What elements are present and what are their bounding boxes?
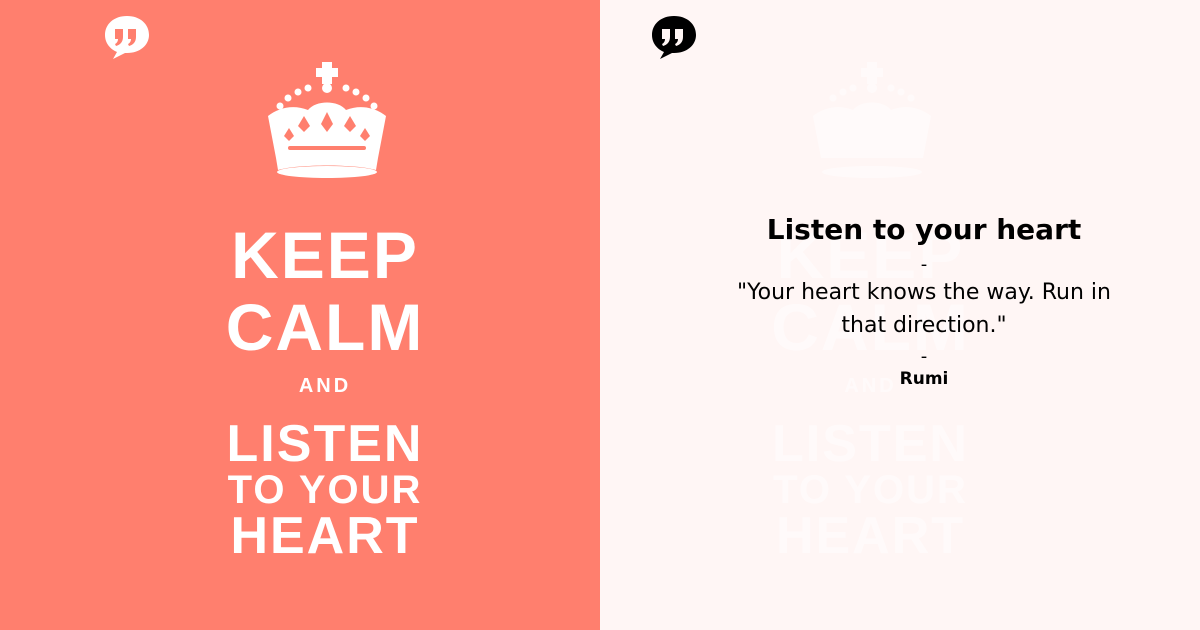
author-separator: - (920, 346, 928, 367)
poster-line-and: AND (298, 375, 352, 397)
poster-line-heart: HEART (775, 507, 966, 565)
poster-line-listen: LISTEN (772, 415, 969, 473)
quote-author: Rumi (899, 369, 949, 389)
poster-line-to-your: TO YOUR (773, 468, 968, 512)
poster-line-heart: HEART (230, 507, 420, 565)
keep-calm-poster: KEEP CALM AND LISTEN TO YOUR HEART (0, 0, 600, 630)
poster-line-to-your: TO YOUR (227, 468, 423, 512)
poster-line-listen: LISTEN (226, 415, 424, 473)
quote-panel: KEEP CALM AND LISTEN TO YOUR HEART Liste… (600, 0, 1200, 630)
quote-title: Listen to your heart (766, 213, 1082, 246)
quote-card: Listen to your heart - "Your heart knows… (650, 210, 1198, 390)
share-card: KEEP CALM AND LISTEN TO YOUR HEART KEEP … (0, 0, 1200, 630)
poster-panel: KEEP CALM AND LISTEN TO YOUR HEART (0, 0, 600, 630)
poster-line-keep: KEEP (231, 218, 419, 292)
quote-text: "Your heart knows the way. Run in that d… (737, 280, 1111, 338)
crown-icon (268, 62, 386, 178)
crown-icon (813, 62, 931, 178)
title-separator: - (920, 254, 928, 275)
poster-line-calm: CALM (225, 290, 425, 364)
